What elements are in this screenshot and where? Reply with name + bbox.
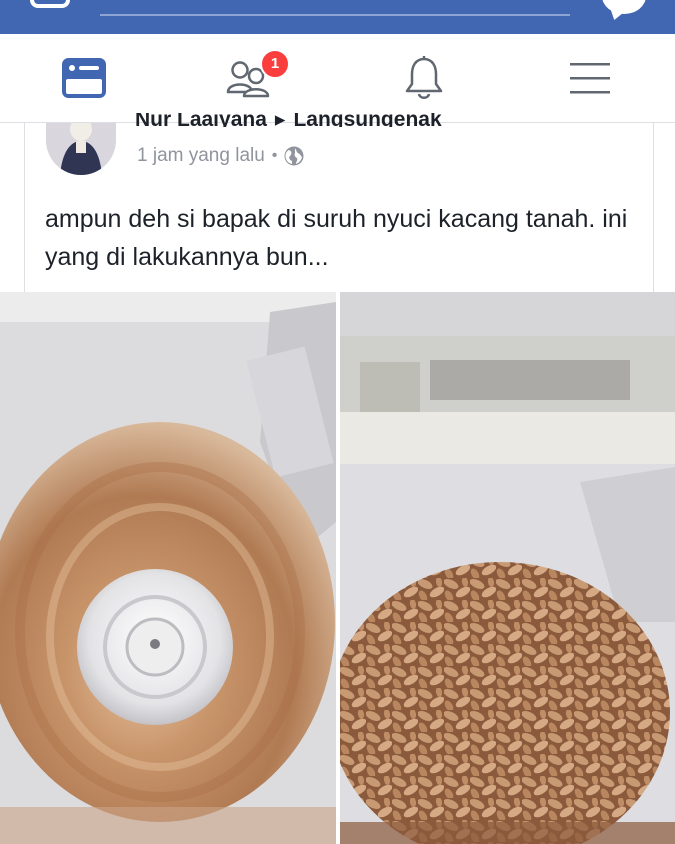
news-feed-icon (62, 58, 106, 98)
camera-icon[interactable] (30, 0, 70, 8)
nav-menu[interactable] (540, 34, 640, 122)
author-separator: ▸ (274, 113, 286, 127)
group-name[interactable]: Langsungenak (293, 113, 441, 127)
friend-requests-badge: 1 (260, 49, 290, 79)
top-header (0, 0, 675, 34)
nav-friend-requests[interactable]: 1 (200, 34, 300, 122)
post-card: Nur Laaiyana ▸ Langsungenak 1 jam yang lal… (24, 113, 654, 293)
meta-separator: • (271, 147, 278, 164)
search-bar[interactable] (100, 14, 570, 16)
post-text: ampun deh si bapak di suruh nyuci kacang… (45, 205, 628, 271)
nav-notifications[interactable] (374, 34, 474, 122)
nav-bar: 1 (0, 34, 675, 123)
notifications-icon (405, 56, 443, 99)
photo-peanuts-in-drum[interactable] (340, 292, 675, 844)
menu-icon (570, 63, 610, 94)
nav-news-feed[interactable] (34, 34, 134, 122)
post-meta: 1 jam yang lalu • (137, 145, 304, 167)
post-photos (0, 292, 675, 844)
avatar[interactable] (46, 123, 116, 175)
globe-icon (284, 146, 304, 166)
messenger-icon[interactable] (602, 0, 646, 14)
author-name[interactable]: Nur Laaiyana (135, 113, 267, 127)
photo-washing-machine-spinning[interactable] (0, 292, 336, 844)
post-header-names: Nur Laaiyana ▸ Langsungenak (135, 113, 442, 127)
post-timestamp[interactable]: 1 jam yang lalu (137, 145, 265, 167)
